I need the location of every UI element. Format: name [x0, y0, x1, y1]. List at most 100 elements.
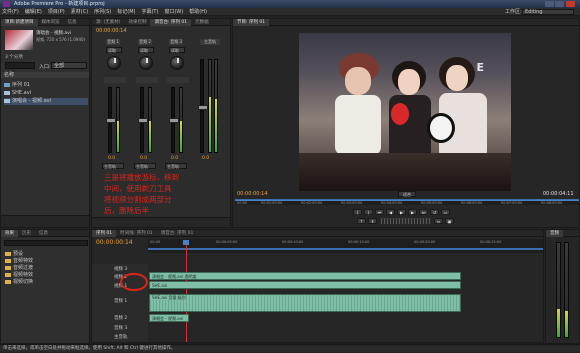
folder-item[interactable]: 预设 [5, 251, 23, 258]
track-label[interactable]: 音频 3 [114, 325, 127, 331]
automation-select[interactable]: 读取 [138, 47, 154, 53]
search-input[interactable] [5, 62, 35, 69]
tab-program[interactable]: 节目: 序列 01 [233, 19, 270, 26]
menu-clip[interactable]: 素材(C) [71, 8, 88, 16]
step-back-button[interactable]: ◀ [386, 209, 395, 215]
video-file-icon [4, 90, 10, 95]
list-item[interactable]: 序列 01 [4, 82, 88, 89]
mark-in-button[interactable]: { [353, 209, 362, 215]
video-clip[interactable]: SHE.avi [149, 281, 461, 289]
play-button[interactable]: ▶ [397, 209, 406, 215]
timeline-ruler[interactable]: 00:00 00:00:05:00 00:00:10:00 00:00:15:0… [148, 239, 543, 253]
track-label[interactable]: 视频 3 [114, 266, 127, 272]
go-to-out-button[interactable]: ⏭ [419, 209, 428, 215]
tab-timeline-2[interactable]: 时间线: 序列 01 [116, 230, 157, 237]
menu-project[interactable]: 项目(P) [48, 8, 65, 16]
menu-marker[interactable]: 标记(M) [117, 8, 135, 16]
folder-icon [5, 279, 11, 284]
pan-knob[interactable] [107, 56, 121, 70]
window-title: Adobe Premiere Pro - 新建项目.prproj [14, 1, 105, 7]
trim-button[interactable]: ⇔ [434, 218, 443, 224]
folder-item[interactable]: 音频特效 [5, 258, 33, 265]
track-label[interactable]: 音频 1 [114, 298, 127, 304]
mute-solo-buttons[interactable] [136, 77, 158, 83]
track-label[interactable]: 音频 2 [114, 315, 127, 321]
person-body [335, 95, 381, 155]
zoom-select[interactable]: 适合 [398, 191, 416, 197]
master-fader[interactable] [198, 59, 208, 153]
output-select[interactable]: 主音轨 [102, 163, 124, 169]
mute-solo-buttons[interactable] [167, 77, 189, 83]
workspace-select[interactable]: Editing [522, 9, 574, 15]
automation-select[interactable]: 读取 [169, 47, 185, 53]
audio-clip[interactable]: 演唱会 - 视频.avi [149, 314, 189, 322]
folder-item[interactable]: 视频特效 [5, 272, 33, 279]
audio-clip[interactable]: SHE.avi 音量:级别 [149, 294, 461, 312]
tab-source[interactable]: 源: (无素材) [92, 19, 124, 26]
volume-fader[interactable] [169, 87, 179, 153]
extract-button[interactable]: ⇞ [368, 218, 377, 224]
mixer-timecode: 00:00:00:14 [96, 28, 127, 34]
file-count: 3 个分项 [5, 55, 23, 60]
automation-select[interactable]: 读取 [106, 47, 122, 53]
list-item[interactable]: 演唱会 - 视频.avi [4, 98, 88, 105]
maximize-button[interactable] [555, 1, 564, 7]
tab-project[interactable]: 项目:新建项目 [1, 19, 38, 26]
app-icon [3, 1, 10, 7]
loop-button[interactable]: ↺ [430, 209, 439, 215]
effects-panel: 效果 历史 信息 预设 音频特效 音频过渡 视频特效 视频切换 [0, 229, 90, 344]
pan-knob[interactable] [139, 56, 153, 70]
minimize-button[interactable] [545, 1, 554, 7]
lift-button[interactable]: ⇡ [357, 218, 366, 224]
close-button[interactable] [566, 1, 575, 7]
menu-edit[interactable]: 编辑(E) [25, 8, 42, 16]
tab-timeline[interactable]: 序列 01 [92, 230, 117, 237]
export-frame-button[interactable]: ▣ [445, 218, 454, 224]
list-item[interactable]: SHE.avi [4, 90, 88, 97]
menu-title[interactable]: 字幕(T) [141, 8, 158, 16]
menu-help[interactable]: 帮助(H) [189, 8, 207, 16]
menu-sequence[interactable]: 序列(S) [94, 8, 111, 16]
column-header-name[interactable]: 名称 [1, 72, 89, 78]
step-forward-button[interactable]: ▶ [408, 209, 417, 215]
tab-media-browser[interactable]: 媒体浏览 [38, 19, 64, 26]
level-meter [179, 87, 183, 153]
mark-out-button[interactable]: } [364, 209, 373, 215]
tab-info[interactable]: 信息 [64, 19, 81, 26]
menu-window[interactable]: 窗口(W) [164, 8, 183, 16]
go-to-in-button[interactable]: ⏮ [375, 209, 384, 215]
fader-value: 0.0 [202, 156, 210, 161]
person-face [345, 67, 371, 95]
video-clip[interactable]: 演唱会 - 视频.avi 透明度 [149, 272, 461, 280]
channel-label: 音频 1 [106, 39, 120, 45]
tab-audio-mixer[interactable]: 调音台: 序列 01 [150, 19, 192, 26]
menu-file[interactable]: 文件(F) [2, 8, 19, 16]
folder-item[interactable]: 视频切换 [5, 279, 33, 286]
playhead[interactable] [186, 240, 187, 343]
tab-timeline-3[interactable]: 调音台: 序列 01 [157, 230, 198, 237]
in-select[interactable]: 全部 [51, 62, 87, 69]
output-select[interactable]: 主音轨 [165, 163, 187, 169]
tab-history[interactable]: 历史 [18, 230, 35, 237]
audio-mixer-panel: 源: (无素材) 效果控制 调音台: 序列 01 元数据 00:00:00:14 音频… [91, 18, 231, 228]
master-meter [208, 59, 212, 153]
fader-value: 0.0 [171, 156, 179, 161]
tab-audio-meters[interactable]: 音频 [546, 230, 563, 237]
folder-item[interactable]: 音频过渡 [5, 265, 33, 272]
tab-effects[interactable]: 效果 [1, 230, 18, 237]
mute-solo-buttons[interactable] [104, 77, 126, 83]
tab-effect-controls[interactable]: 效果控制 [124, 19, 150, 26]
person-face [398, 69, 420, 95]
track-label[interactable]: 主音轨 [114, 334, 128, 340]
effects-search-input[interactable] [4, 240, 88, 246]
tab-metadata[interactable]: 元数据 [191, 19, 213, 26]
safe-margins-button[interactable]: ▭ [441, 209, 450, 215]
pan-knob[interactable] [170, 56, 184, 70]
output-select[interactable]: 主音轨 [134, 163, 156, 169]
volume-fader[interactable] [106, 87, 116, 153]
jog-shuttle[interactable] [381, 218, 431, 224]
program-time-ruler[interactable]: 00:00 00:01:00:00 00:02:00:00 00:03:00:0… [235, 199, 579, 205]
tab-info-2[interactable]: 信息 [35, 230, 52, 237]
playhead-handle[interactable] [183, 240, 189, 245]
volume-fader[interactable] [138, 87, 148, 153]
